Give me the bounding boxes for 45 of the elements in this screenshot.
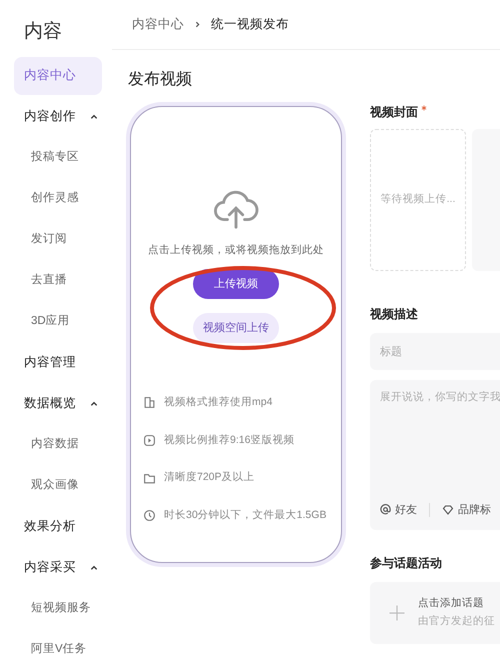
plus-icon (388, 604, 406, 622)
section-label: 视频封面 (370, 104, 418, 121)
requirement-text: 时长30分钟以下，文件最大1.5GB (164, 508, 326, 523)
add-topic-card[interactable]: 点击添加话题 由官方发起的征 (370, 582, 500, 644)
sidebar-item[interactable]: 内容数据 (14, 426, 102, 464)
section-label: 参与话题活动 (370, 555, 443, 572)
toolbar-button[interactable]: 品牌标 (442, 502, 491, 518)
video-space-upload-button[interactable]: 视频空间上传 (193, 312, 279, 343)
folder-icon (143, 472, 156, 485)
cloud-upload-icon (213, 189, 259, 231)
sidebar-item[interactable]: 内容中心 (14, 56, 102, 94)
cover-placeholder-text: 等待视频上传... (380, 192, 456, 208)
upload-hint: 点击上传视频，或将视频拖放到此处 (148, 243, 324, 258)
requirement-text: 清晰度720P及以上 (164, 470, 255, 486)
requirement-text: 视频格式推荐使用mp4 (164, 394, 272, 410)
sidebar-item[interactable]: 效果分析 (14, 508, 102, 546)
requirement-text: 视频比例推荐9:16竖版视频 (164, 432, 294, 448)
sidebar-item[interactable]: 短视频服务 (14, 590, 102, 628)
sidebar-item[interactable]: 创作灵感 (14, 180, 102, 218)
section-label: 视频描述 (370, 306, 419, 323)
breadcrumb-item[interactable]: 内容中心 (132, 15, 184, 34)
diamond-icon (442, 504, 454, 516)
upload-video-button[interactable]: 上传视频 (193, 268, 279, 299)
sidebar-item[interactable]: 投稿专区 (14, 138, 102, 176)
play-icon (143, 434, 156, 447)
add-topic-text: 点击添加话题 (418, 596, 485, 612)
title-field[interactable]: 标题 (370, 333, 500, 370)
sidebar-item[interactable]: 数据概览 (14, 384, 102, 422)
topic-subtitle: 由官方发起的征 (418, 614, 495, 629)
sidebar-title: 内容 (23, 20, 63, 44)
chevron-right-icon (194, 21, 201, 28)
sidebar-item[interactable]: 内容管理 (14, 344, 102, 382)
sidebar-item[interactable]: 阿里V任务 (14, 630, 102, 667)
sidebar-item[interactable]: 3D应用 (14, 302, 102, 340)
sidebar-item[interactable]: 去直播 (14, 262, 102, 300)
file-icon (143, 396, 156, 410)
sidebar-item[interactable]: 内容采买 (14, 548, 102, 586)
toolbar-button[interactable]: 好友 (380, 502, 417, 518)
at-sign-icon (380, 504, 391, 516)
sidebar-item[interactable]: 发订阅 (14, 220, 102, 258)
page-title: 发布视频 (127, 70, 193, 90)
sidebar-item[interactable]: 观众画像 (14, 466, 102, 504)
breadcrumb-item: 统一视频发布 (211, 16, 289, 34)
clock-icon (143, 509, 156, 522)
sidebar-item[interactable]: 内容创作 (14, 98, 102, 136)
